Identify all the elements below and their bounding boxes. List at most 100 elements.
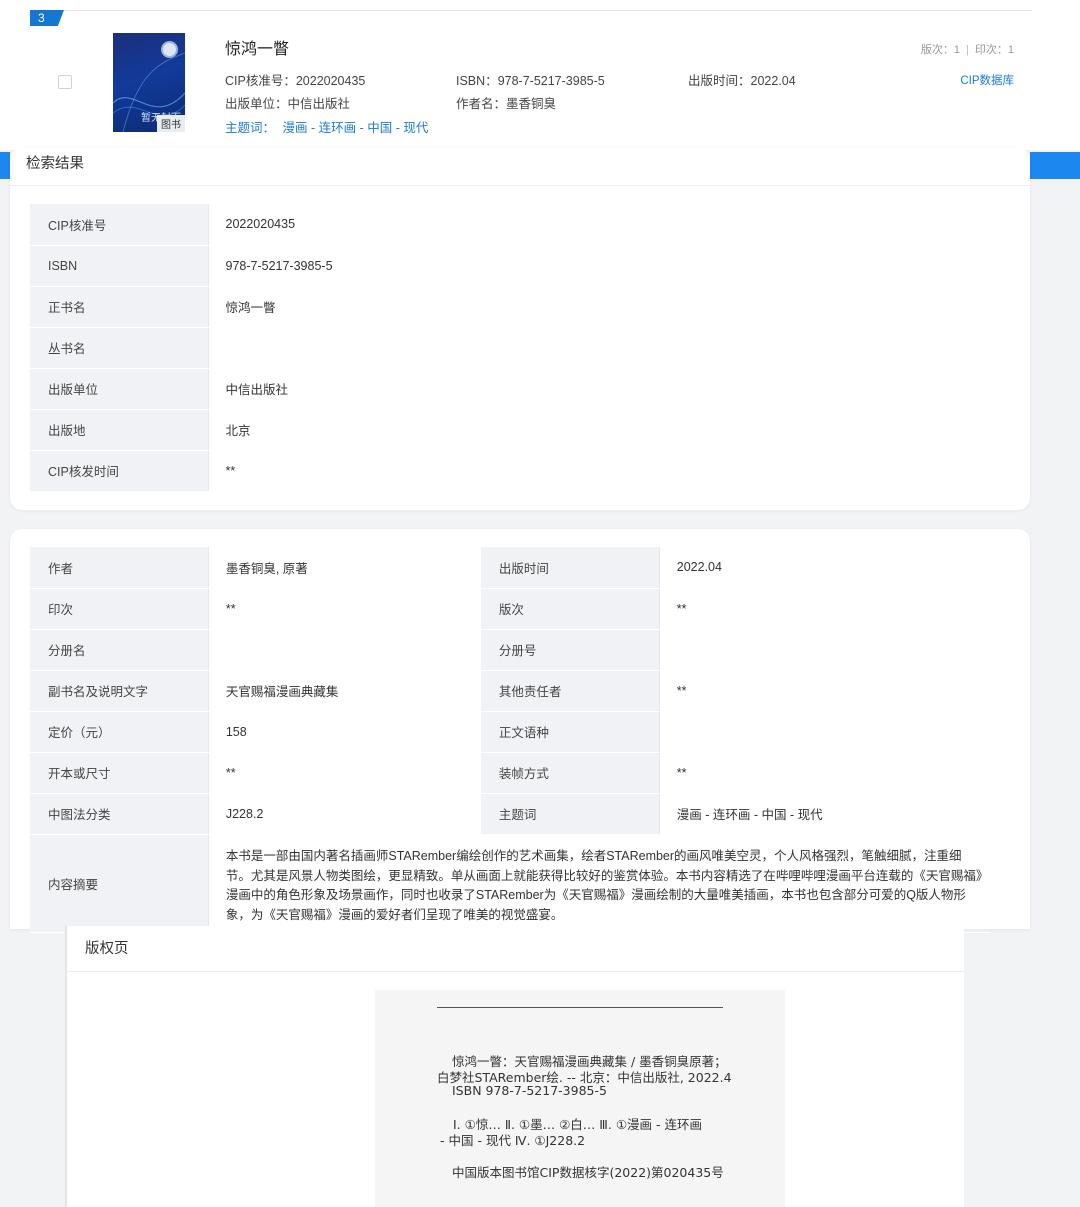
field-key: 分册名 (30, 629, 209, 671)
author-label: 作者名： (456, 97, 507, 111)
field-value: J228.2 (208, 793, 481, 835)
author-value: 墨香铜臭 (506, 97, 557, 111)
field-key: 印次 (30, 588, 209, 630)
cip-number: CIP核准号：2022020435 (225, 70, 365, 89)
table-row: 正书名 惊鸿一瞥 (30, 286, 1008, 328)
detail-info-panel: 作者 墨香铜臭, 原著 出版时间 2022.04 印次 ** 版次 ** 分册名 分册号 副书名及说… (10, 529, 1030, 933)
field-value: ** (208, 752, 481, 794)
table-row: 定价（元） 158 正文语种 (30, 711, 990, 753)
table-row: CIP核发时间 ** (30, 450, 1008, 492)
table-row: 开本或尺寸 ** 装帧方式 ** (30, 752, 990, 794)
publish-time: 出版时间：2022.04 (688, 70, 796, 89)
cip-database-link[interactable]: CIP数据库 (960, 72, 1014, 88)
abstract-text: 本书是一部由国内著名插画师STARember编绘创作的艺术画集，绘者STARem… (225, 849, 983, 922)
field-key: 分册号 (480, 629, 660, 671)
field-key: 开本或尺寸 (30, 752, 209, 794)
abstract-value: 本书是一部由国内著名插画师STARember编绘创作的艺术画集，绘者STARem… (208, 834, 990, 933)
field-value: 2022.04 (659, 547, 990, 589)
field-key: 出版单位 (30, 368, 209, 410)
field-key: 作者 (30, 547, 209, 589)
field-value: 978-7-5217-3985-5 (208, 245, 1008, 287)
subject-value-link[interactable]: 漫画 - 连环画 - 中国 - 现代 (283, 121, 429, 135)
field-key: 正书名 (30, 286, 209, 328)
publisher-label: 出版单位： (225, 97, 288, 111)
basic-info-table: CIP核准号 2022020435 ISBN 978-7-5217-3985-5 正书名… (30, 204, 1008, 492)
field-value: ** (659, 588, 990, 630)
field-value: ** (659, 752, 990, 794)
field-key: 副书名及说明文字 (30, 670, 209, 712)
table-row: 副书名及说明文字 天官赐福漫画典藏集 其他责任者 ** (30, 670, 990, 712)
rank-badge: 3 (30, 10, 64, 26)
field-value: 中信出版社 (208, 368, 1008, 410)
field-value: 2022020435 (208, 204, 1008, 246)
field-value: 墨香铜臭, 原著 (208, 547, 481, 589)
table-row: CIP核准号 2022020435 (30, 204, 1008, 246)
field-value: ** (208, 450, 1008, 492)
cip-value: 2022020435 (295, 74, 366, 88)
copyright-page-panel: 版权页 惊鸿一瞥：天官赐福漫画典藏集 / 墨香铜臭原著； 白梦社STARembe… (65, 926, 964, 1207)
isbn-label: ISBN： (456, 74, 498, 88)
field-value (659, 629, 990, 671)
subject-keywords[interactable]: 主题词： 漫画 - 连环画 - 中国 - 现代 (225, 117, 428, 136)
table-row: 出版单位 中信出版社 (30, 368, 1008, 410)
divider (437, 1007, 723, 1008)
copyright-page-image[interactable]: 惊鸿一瞥：天官赐福漫画典藏集 / 墨香铜臭原著； 白梦社STARember绘. … (375, 990, 785, 1207)
isbn: ISBN：978-7-5217-3985-5 (456, 70, 605, 89)
table-row: 出版地 北京 (30, 409, 1008, 451)
separator: | (966, 44, 969, 56)
book-title-link[interactable]: 惊鸿一瞥 (225, 35, 289, 59)
field-value (208, 327, 1008, 369)
field-key: 中图法分类 (30, 793, 209, 835)
cip-label: CIP核准号： (225, 74, 296, 88)
field-key: 出版地 (30, 409, 209, 451)
publisher-value: 中信出版社 (287, 97, 351, 111)
edition-text: 版次：1 (920, 44, 961, 56)
table-row: 中图法分类 J228.2 主题词 漫画 - 连环画 - 中国 - 现代 (30, 793, 990, 835)
divider (30, 10, 1032, 11)
select-checkbox[interactable] (58, 75, 72, 89)
cp-line: - 中国 - 现代 Ⅳ. ①J228.2 (440, 1133, 586, 1148)
field-value (659, 711, 990, 753)
field-key: 定价（元） (30, 711, 209, 753)
field-key: 主题词 (480, 793, 660, 835)
field-key: 版次 (480, 588, 660, 630)
field-key: CIP核发时间 (30, 450, 209, 492)
table-row: 丛书名 (30, 327, 1008, 369)
cp-line: 中国版本图书馆CIP数据核字(2022)第020435号 (452, 1165, 724, 1180)
accent-strip-right (1030, 152, 1080, 179)
pubtime-label: 出版时间： (688, 74, 751, 88)
book-cover-image[interactable]: 暂无封面 图书 (113, 33, 185, 132)
field-key: ISBN (30, 245, 209, 287)
field-value: 158 (208, 711, 481, 753)
field-value: 漫画 - 连环画 - 中国 - 现代 (659, 793, 990, 835)
panel-title: 检索结果 (10, 148, 1030, 186)
abstract-key: 内容摘要 (30, 834, 209, 933)
table-row: 印次 ** 版次 ** (30, 588, 990, 630)
author: 作者名：墨香铜臭 (456, 93, 556, 112)
field-key: 正文语种 (480, 711, 660, 753)
publisher: 出版单位：中信出版社 (225, 93, 350, 112)
table-row: ISBN 978-7-5217-3985-5 (30, 245, 1008, 287)
accent-strip-left (0, 152, 10, 179)
detail-info-table: 作者 墨香铜臭, 原著 出版时间 2022.04 印次 ** 版次 ** 分册名 分册号 副书名及说… (30, 547, 990, 933)
panel-title: 版权页 (67, 926, 964, 972)
pubtime-value: 2022.04 (750, 74, 796, 88)
field-value: ** (659, 670, 990, 712)
isbn-value: 978-7-5217-3985-5 (497, 74, 605, 88)
field-key: CIP核准号 (30, 204, 209, 246)
field-key: 丛书名 (30, 327, 209, 369)
emblem-icon (161, 41, 178, 58)
field-key: 装帧方式 (480, 752, 660, 794)
field-value: 北京 (208, 409, 1008, 451)
book-type-tag: 图书 (157, 115, 185, 132)
subject-label: 主题词： (225, 121, 276, 135)
search-result-item[interactable]: 3 暂无封面 图书 惊鸿一瞥 CIP核准号：2022020435 ISBN：97… (0, 0, 1080, 150)
printing-text: 印次：1 (974, 44, 1014, 56)
edition-info: 版次：1 | 印次：1 (921, 41, 1014, 57)
table-row: 分册名 分册号 (30, 629, 990, 671)
search-result-panel: 检索结果 CIP核准号 2022020435 ISBN 978-7-5217-3985… (10, 148, 1030, 510)
field-key: 出版时间 (480, 547, 660, 589)
field-value (208, 629, 481, 671)
field-value: 惊鸿一瞥 (208, 286, 1008, 328)
field-value: ** (208, 588, 481, 630)
